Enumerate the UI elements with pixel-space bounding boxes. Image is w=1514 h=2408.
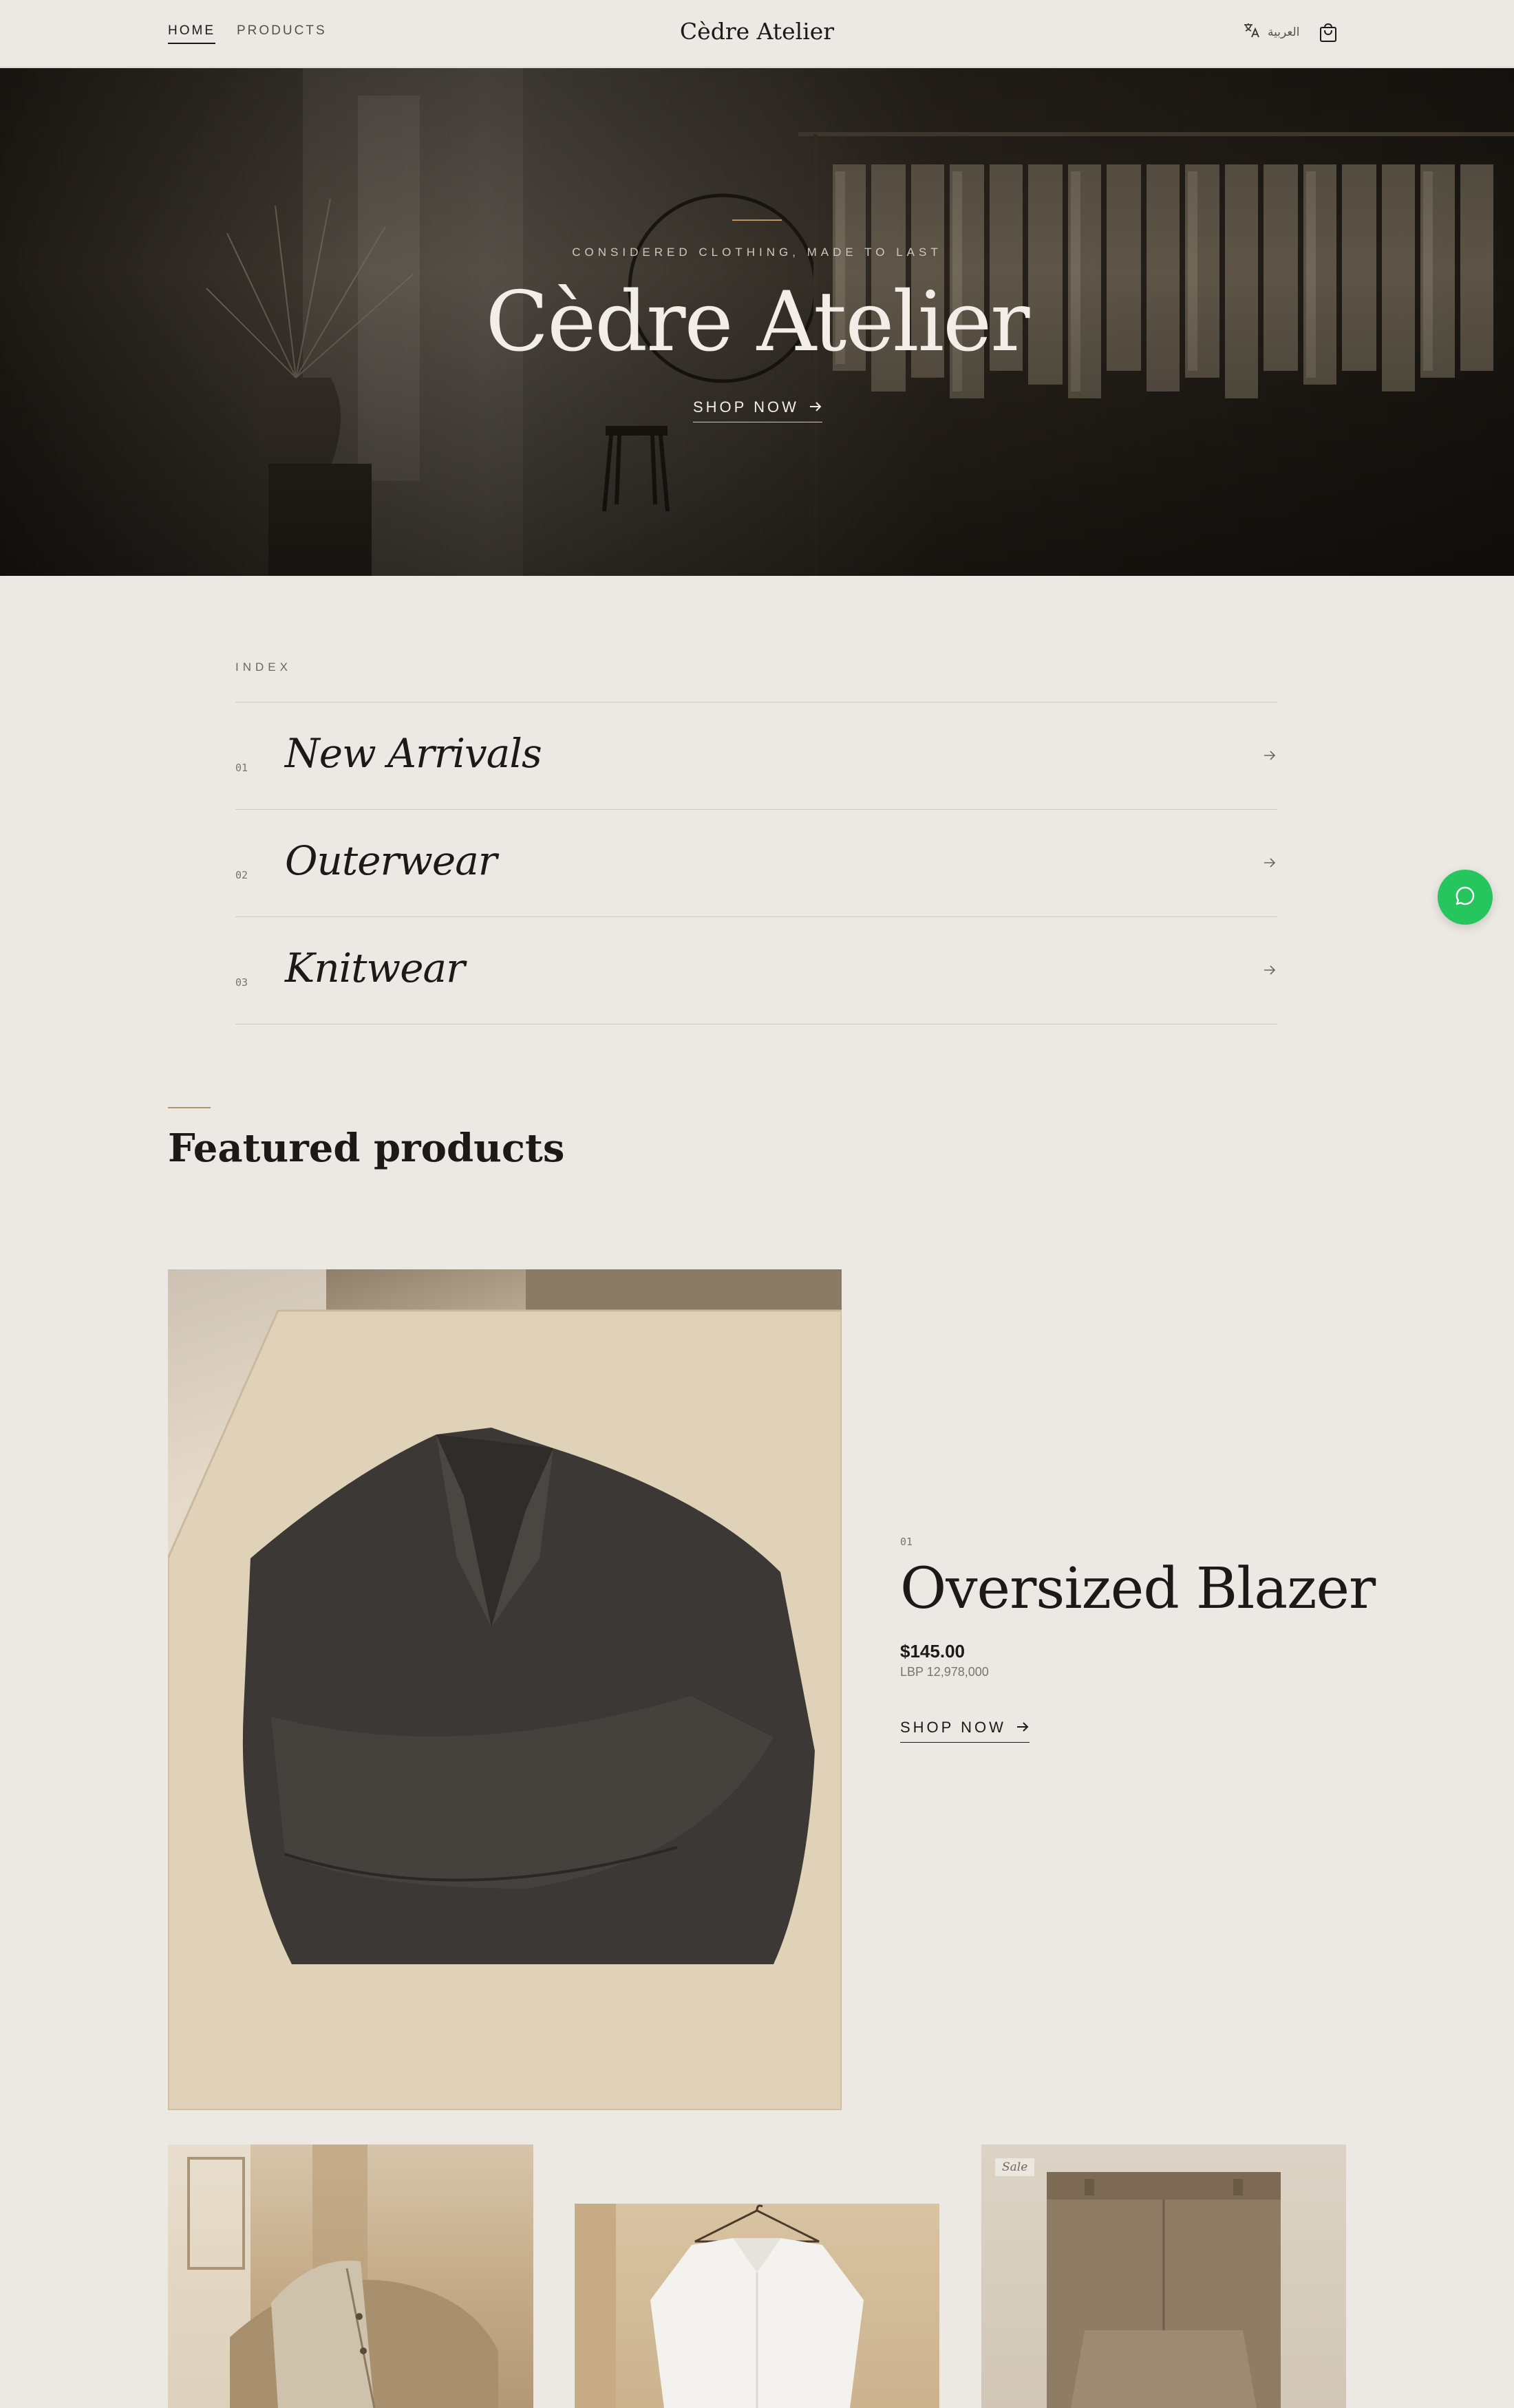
hero-divider: [732, 219, 782, 221]
sale-badge: Sale: [995, 2158, 1035, 2176]
index-number: 03: [235, 976, 248, 989]
product-image-shirt[interactable]: [575, 2204, 939, 2408]
chat-bubble-icon: [1453, 883, 1478, 912]
index-title: Outerwear: [285, 837, 498, 884]
hero-title: Cèdre Atelier: [485, 275, 1030, 370]
index-title: Knitwear: [285, 945, 465, 991]
shopping-bag-icon[interactable]: [1319, 22, 1338, 43]
arrow-right-icon: [1262, 963, 1277, 978]
index-item-new-arrivals[interactable]: 01 New Arrivals: [235, 702, 1277, 810]
featured-title: Featured products: [168, 1126, 565, 1171]
translate-icon: [1243, 22, 1261, 42]
product-shop-now-button[interactable]: SHOP NOW: [900, 1719, 1030, 1743]
product-price-lbp: LBP 12,978,000: [900, 1665, 989, 1679]
featured-divider: [168, 1107, 211, 1108]
index-number: 01: [235, 762, 248, 774]
product-image-blazer[interactable]: [168, 1269, 842, 2110]
product-image-cardigan[interactable]: [168, 2144, 533, 2408]
hero-kicker: CONSIDERED CLOTHING, MADE TO LAST: [572, 246, 942, 259]
site-header: HOME PRODUCTS Cèdre Atelier العربية: [0, 0, 1514, 67]
product-cta-label: SHOP NOW: [900, 1719, 1006, 1736]
product-price: $145.00: [900, 1641, 965, 1662]
index-title: New Arrivals: [285, 730, 542, 777]
hero-shop-now-button[interactable]: SHOP NOW: [693, 398, 822, 422]
language-label: العربية: [1268, 25, 1300, 39]
product-image-trousers[interactable]: Sale: [981, 2144, 1346, 2408]
index-number: 02: [235, 869, 248, 881]
chat-button[interactable]: [1438, 870, 1493, 925]
category-index: 01 New Arrivals 02 Outerwear 03 Knitwear: [235, 702, 1277, 1024]
hero-banner: CONSIDERED CLOTHING, MADE TO LAST Cèdre …: [0, 68, 1514, 576]
arrow-right-icon: [1262, 855, 1277, 870]
index-item-knitwear[interactable]: 03 Knitwear: [235, 917, 1277, 1024]
arrow-right-icon: [1262, 748, 1277, 763]
index-item-outerwear[interactable]: 02 Outerwear: [235, 810, 1277, 917]
index-label: INDEX: [235, 660, 292, 674]
arrow-right-icon: [1016, 1719, 1030, 1737]
product-index: 01: [900, 1536, 913, 1548]
language-switcher[interactable]: العربية: [1243, 22, 1299, 42]
hero-cta-label: SHOP NOW: [693, 398, 799, 416]
arrow-right-icon: [809, 398, 822, 416]
product-name[interactable]: Oversized Blazer: [900, 1556, 1376, 1622]
